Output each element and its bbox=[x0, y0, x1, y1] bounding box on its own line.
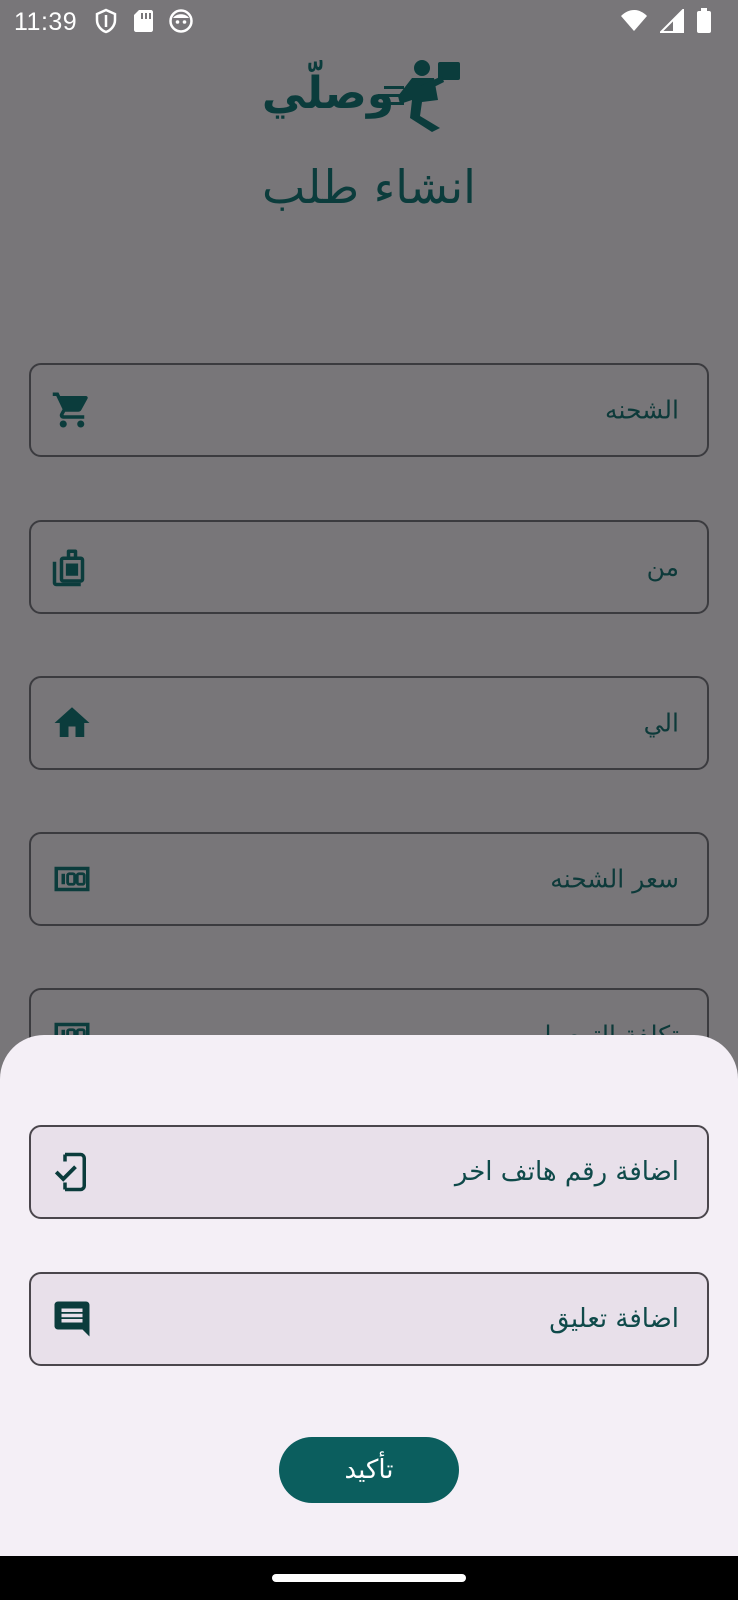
comment-field[interactable]: اضافة تعليق bbox=[29, 1272, 709, 1366]
comment-icon bbox=[54, 1301, 90, 1337]
confirm-button[interactable]: تأكيد bbox=[279, 1437, 459, 1503]
home-icon bbox=[54, 707, 90, 737]
navigation-bar bbox=[0, 1556, 738, 1600]
wifi-icon bbox=[621, 10, 647, 31]
home-gesture-handle[interactable] bbox=[272, 1574, 466, 1582]
to-field[interactable]: الي bbox=[29, 676, 709, 770]
to-label: الي bbox=[643, 708, 679, 738]
from-label: من bbox=[646, 552, 679, 582]
bag-icon bbox=[52, 549, 85, 587]
signal-icon bbox=[660, 9, 684, 33]
shipment-label: الشحنه bbox=[605, 395, 679, 425]
shield-icon bbox=[95, 8, 117, 34]
sd-card-icon bbox=[134, 10, 153, 32]
comment-label: اضافة تعليق bbox=[549, 1304, 679, 1334]
svg-text:وصلّي: وصلّي bbox=[262, 60, 394, 119]
status-time: 11:39 bbox=[14, 8, 78, 36]
battery-icon bbox=[697, 8, 711, 33]
from-field[interactable]: من bbox=[29, 520, 709, 614]
face-icon bbox=[169, 9, 193, 33]
money-icon bbox=[54, 866, 90, 892]
status-bar: 11:39 bbox=[0, 0, 738, 44]
shipment-price-label: سعر الشحنه bbox=[550, 864, 679, 894]
bottom-sheet: اضافة رقم هاتف اخر اضافة تعليق تأكيد bbox=[0, 1035, 738, 1556]
page-title: انشاء طلب bbox=[262, 160, 476, 214]
shipment-price-field[interactable]: سعر الشحنه bbox=[29, 832, 709, 926]
cart-icon bbox=[52, 392, 88, 428]
status-right-icons bbox=[620, 8, 712, 34]
extra-phone-field[interactable]: اضافة رقم هاتف اخر bbox=[29, 1125, 709, 1219]
shipment-field[interactable]: الشحنه bbox=[29, 363, 709, 457]
extra-phone-label: اضافة رقم هاتف اخر bbox=[454, 1157, 679, 1187]
app-logo: وصلّي bbox=[262, 60, 460, 132]
phone-check-icon bbox=[54, 1152, 86, 1192]
status-left-icons bbox=[94, 8, 194, 34]
